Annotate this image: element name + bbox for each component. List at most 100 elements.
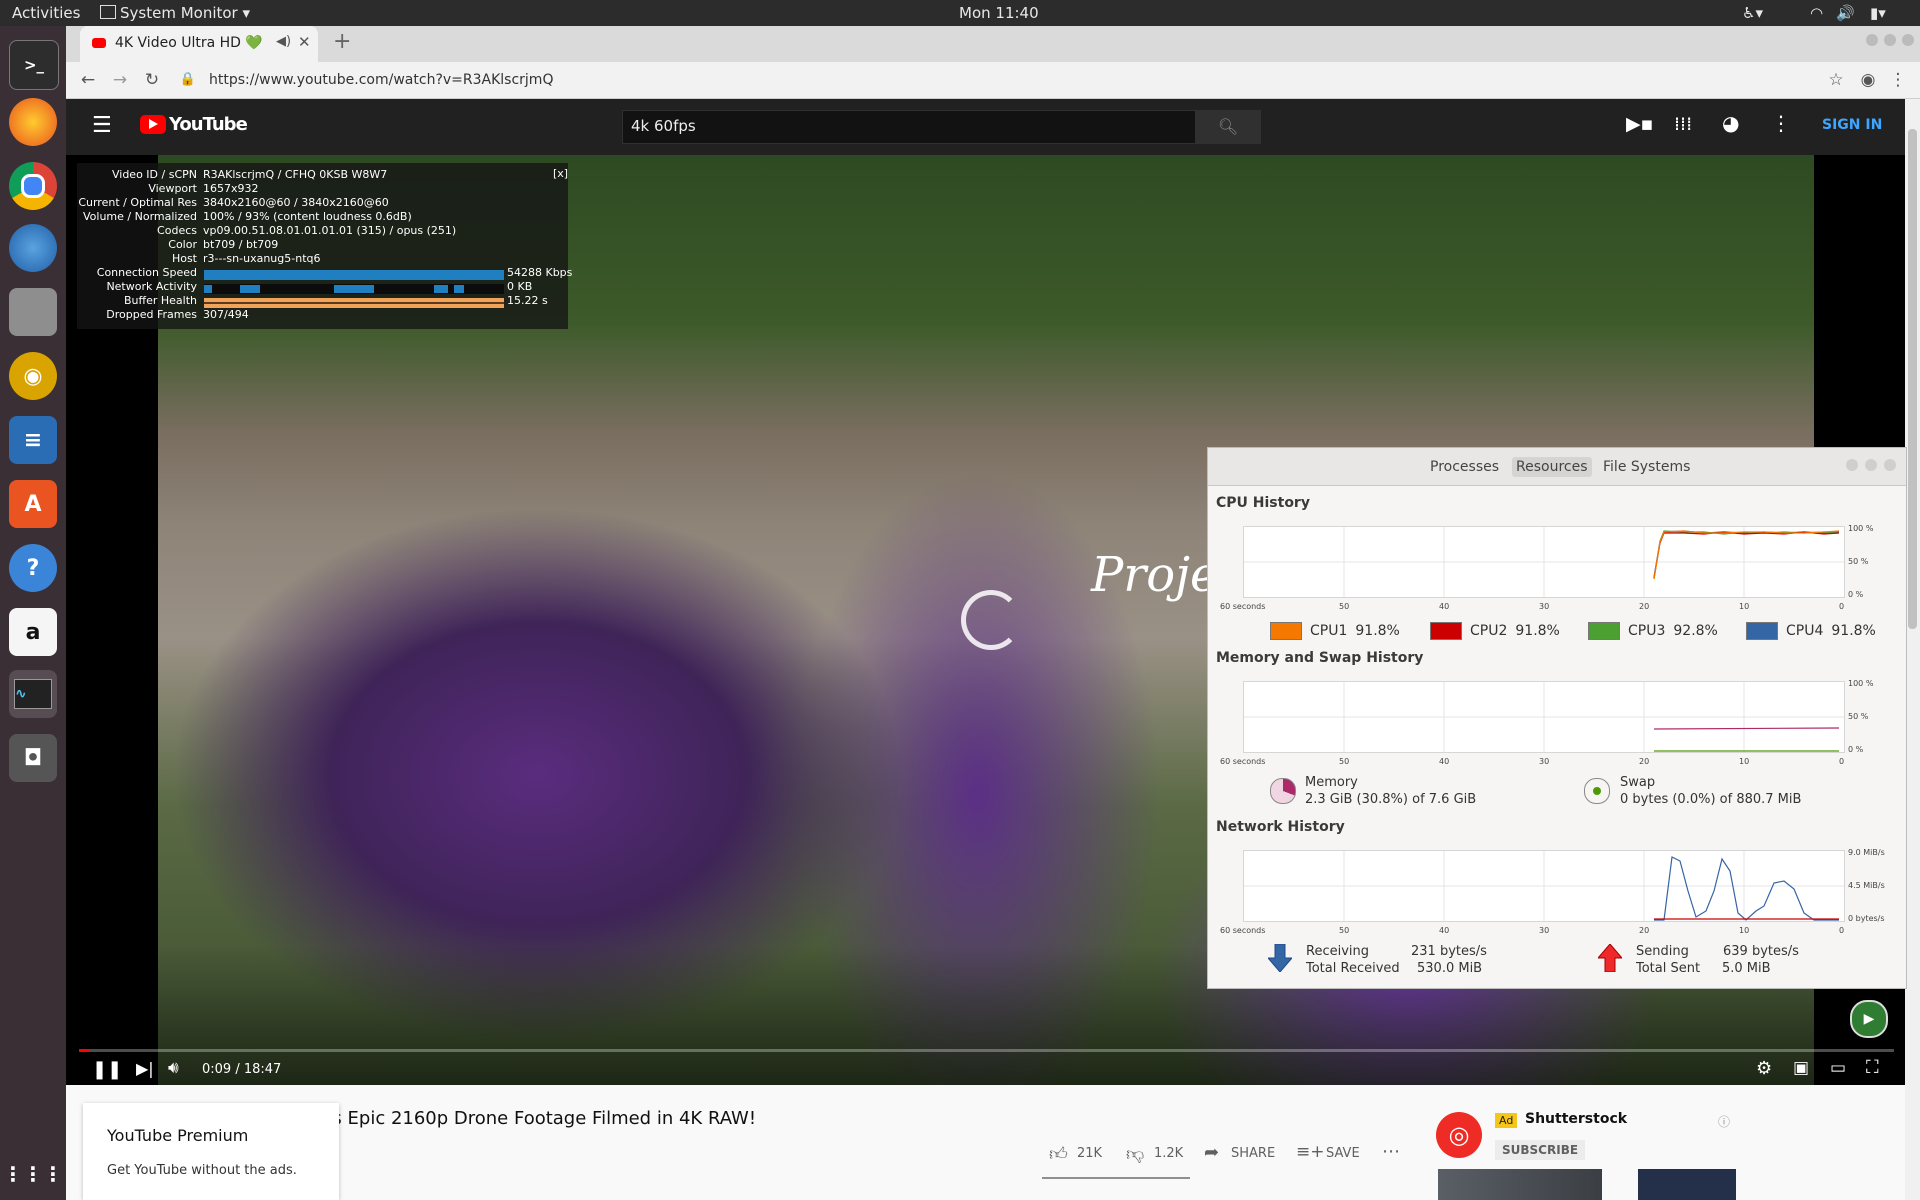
- sysmon-maximize-button[interactable]: [1865, 459, 1877, 471]
- total-received-label: Total Received: [1306, 961, 1400, 976]
- net-y-tick-zero: 0 bytes/s: [1848, 914, 1885, 923]
- software-icon[interactable]: A: [9, 480, 57, 528]
- search-input[interactable]: 4k 60fps: [622, 110, 1196, 144]
- create-video-icon[interactable]: ▶▪: [1626, 113, 1654, 135]
- rhythmbox-icon[interactable]: ◉: [9, 352, 57, 400]
- messages-icon[interactable]: ◕: [1722, 111, 1739, 135]
- sysmon-close-button[interactable]: [1884, 459, 1896, 471]
- apps-grid-icon[interactable]: ⁞⁞⁞: [1674, 113, 1692, 135]
- swap-pie-icon: [1584, 778, 1610, 804]
- activities-button[interactable]: Activities: [12, 4, 80, 22]
- chrome-icon[interactable]: [9, 162, 57, 210]
- bookmark-star-icon[interactable]: ☆: [1824, 68, 1848, 92]
- cpu-value: 91.8%: [1355, 623, 1400, 639]
- audio-playing-icon[interactable]: ◀): [276, 34, 291, 49]
- reload-icon[interactable]: ↻: [140, 68, 164, 92]
- youtube-logo-text[interactable]: YouTube: [169, 114, 248, 135]
- terminal-icon[interactable]: >_: [9, 40, 59, 90]
- volume-icon[interactable]: 🔊︎: [168, 1058, 179, 1078]
- system-monitor-icon[interactable]: ∿: [9, 670, 57, 718]
- miniplayer-icon[interactable]: ▣: [1793, 1058, 1809, 1078]
- ad-channel-name[interactable]: Shutterstock: [1525, 1111, 1627, 1127]
- new-tab-button[interactable]: +: [333, 29, 351, 54]
- cpu-color-swatch[interactable]: [1270, 622, 1302, 640]
- pause-icon[interactable]: ❚❚: [92, 1059, 122, 1080]
- accessibility-icon[interactable]: ♿▾: [1742, 4, 1763, 22]
- window-close-button[interactable]: [1902, 34, 1914, 46]
- stats-row-label: Host: [171, 252, 197, 265]
- files-icon[interactable]: [9, 288, 57, 336]
- amazon-icon[interactable]: a: [9, 608, 57, 656]
- page-scrollbar[interactable]: [1905, 99, 1920, 1200]
- youtube-logo-icon[interactable]: [140, 115, 166, 134]
- share-icon[interactable]: ➦: [1204, 1142, 1219, 1163]
- tab-file-systems[interactable]: File Systems: [1599, 457, 1694, 477]
- window-maximize-button[interactable]: [1884, 34, 1896, 46]
- cpu-legend-item: CPU4 91.8%: [1746, 622, 1876, 640]
- browser-tab[interactable]: 4K Video Ultra HD 💚 ◀) ✕: [80, 26, 318, 62]
- lock-icon[interactable]: 🔒: [176, 68, 200, 92]
- more-actions-icon[interactable]: ⋯: [1382, 1141, 1400, 1162]
- help-icon[interactable]: ?: [9, 544, 57, 592]
- tab-processes[interactable]: Processes: [1426, 457, 1503, 477]
- ad-subscribe-button[interactable]: SUBSCRIBE: [1495, 1140, 1586, 1160]
- hamburger-menu-icon[interactable]: ☰: [92, 113, 112, 138]
- stats-row-value: 100% / 93% (content loudness 0.6dB): [203, 210, 412, 223]
- settings-gear-icon[interactable]: ⚙: [1756, 1058, 1772, 1079]
- autoplay-next-icon[interactable]: ▶: [1850, 1000, 1888, 1038]
- stats-row-value: R3AKlscrjmQ / CFHQ 0KSB W8W7: [203, 168, 388, 181]
- stats-row-value: bt709 / bt709: [203, 238, 279, 251]
- progress-bar[interactable]: [79, 1049, 1894, 1052]
- x-axis-tick: 30: [1539, 602, 1550, 611]
- wifi-icon[interactable]: ◠: [1810, 4, 1823, 22]
- ad-thumbnail-2[interactable]: [1638, 1169, 1736, 1200]
- screenshot-icon[interactable]: ◘: [9, 734, 57, 782]
- cpu-color-swatch[interactable]: [1588, 622, 1620, 640]
- volume-icon[interactable]: 🔊: [1836, 4, 1855, 22]
- x-axis-tick: 40: [1439, 602, 1450, 611]
- x-axis-tick: 20: [1639, 602, 1650, 611]
- cpu-color-swatch[interactable]: [1746, 622, 1778, 640]
- tab-close-icon[interactable]: ✕: [298, 33, 311, 51]
- forward-arrow-icon[interactable]: →: [108, 68, 132, 92]
- next-video-icon[interactable]: ▶|: [136, 1059, 154, 1078]
- dislike-icon[interactable]: 👎︎: [1126, 1143, 1144, 1165]
- fullscreen-icon[interactable]: ⛶: [1866, 1057, 1879, 1078]
- battery-icon[interactable]: ▮▾: [1870, 4, 1886, 22]
- dislike-count[interactable]: 1.2K: [1154, 1146, 1183, 1161]
- stats-row-label: Network Activity: [106, 280, 197, 293]
- page-scrollbar-thumb[interactable]: [1908, 129, 1917, 629]
- cpu-color-swatch[interactable]: [1430, 622, 1462, 640]
- thunderbird-icon[interactable]: [9, 224, 57, 272]
- settings-more-icon[interactable]: ⋮: [1771, 111, 1791, 135]
- like-count[interactable]: 21K: [1077, 1146, 1102, 1161]
- share-button[interactable]: SHARE: [1231, 1146, 1275, 1161]
- total-sent-value: 5.0 MiB: [1722, 961, 1771, 976]
- shutterstock-logo-icon[interactable]: ◎: [1436, 1112, 1482, 1158]
- progress-played: [79, 1049, 89, 1052]
- app-menu[interactable]: System Monitor ▾: [100, 4, 250, 22]
- save-button[interactable]: SAVE: [1326, 1146, 1360, 1161]
- back-arrow-icon[interactable]: ←: [76, 68, 100, 92]
- search-button[interactable]: 🔍︎: [1195, 110, 1261, 144]
- cpu-legend-item: CPU1 91.8%: [1270, 622, 1400, 640]
- stats-close-button[interactable]: [x]: [553, 167, 568, 180]
- profile-icon[interactable]: ◉: [1856, 68, 1880, 92]
- ad-thumbnail-1[interactable]: [1438, 1169, 1602, 1200]
- firefox-icon[interactable]: [9, 98, 57, 146]
- youtube-premium-popup[interactable]: YouTube Premium Get YouTube without the …: [83, 1103, 339, 1200]
- stats-row-value: vp09.00.51.08.01.01.01.01 (315) / opus (…: [203, 224, 457, 237]
- sysmon-minimize-button[interactable]: [1846, 459, 1858, 471]
- window-minimize-button[interactable]: [1866, 34, 1878, 46]
- theater-mode-icon[interactable]: ▭: [1830, 1058, 1846, 1078]
- clock[interactable]: Mon 11:40: [959, 4, 1039, 22]
- save-playlist-icon[interactable]: ≡+: [1296, 1142, 1325, 1162]
- sign-in-button[interactable]: SIGN IN: [1822, 117, 1882, 133]
- like-icon[interactable]: 👍︎: [1049, 1143, 1068, 1165]
- show-apps-icon[interactable]: ⋮⋮⋮: [3, 1150, 63, 1198]
- ad-info-icon[interactable]: ⓘ: [1718, 1113, 1730, 1130]
- browser-menu-icon[interactable]: ⋮: [1886, 68, 1910, 92]
- writer-icon[interactable]: ≡: [9, 416, 57, 464]
- tab-resources[interactable]: Resources: [1512, 457, 1592, 477]
- address-bar[interactable]: https://www.youtube.com/watch?v=R3AKlscr…: [209, 66, 1889, 94]
